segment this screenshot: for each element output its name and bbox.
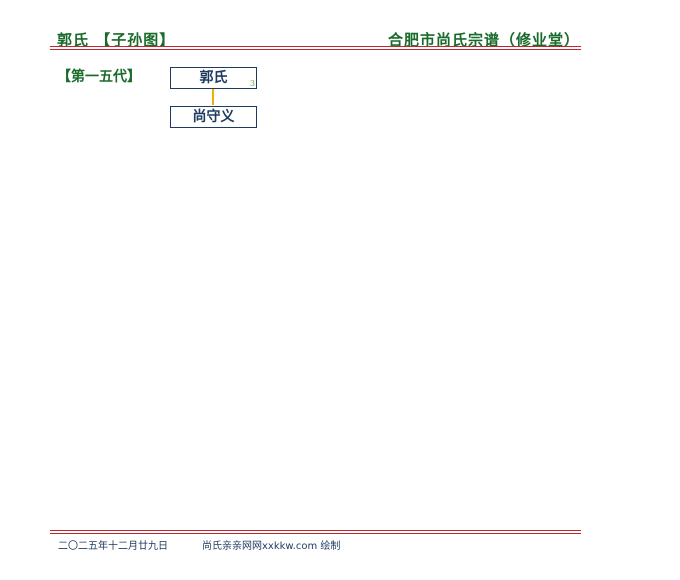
tree-node-parent-name: 郭氏 [199, 70, 228, 86]
footer: 二〇二五年十二月廿九日 尚氏亲亲网网xxkkw.com 绘制 [58, 537, 340, 552]
header-rule-bottom [50, 49, 581, 50]
generation-label: 【第一五代】 [57, 69, 141, 85]
tree-node-parent-badge: 3 [249, 79, 255, 88]
footer-rule-top [50, 530, 581, 531]
footer-credit: 尚氏亲亲网网xxkkw.com 绘制 [202, 541, 341, 552]
tree-node-child[interactable]: 尚守义 [170, 106, 257, 128]
tree-node-child-name: 尚守义 [192, 109, 235, 125]
footer-rule-bottom [50, 533, 581, 534]
header-rule-top [50, 46, 581, 47]
tree-connector [212, 89, 214, 105]
tree-node-parent[interactable]: 郭氏 3 [170, 67, 257, 89]
footer-date: 二〇二五年十二月廿九日 [58, 541, 168, 552]
